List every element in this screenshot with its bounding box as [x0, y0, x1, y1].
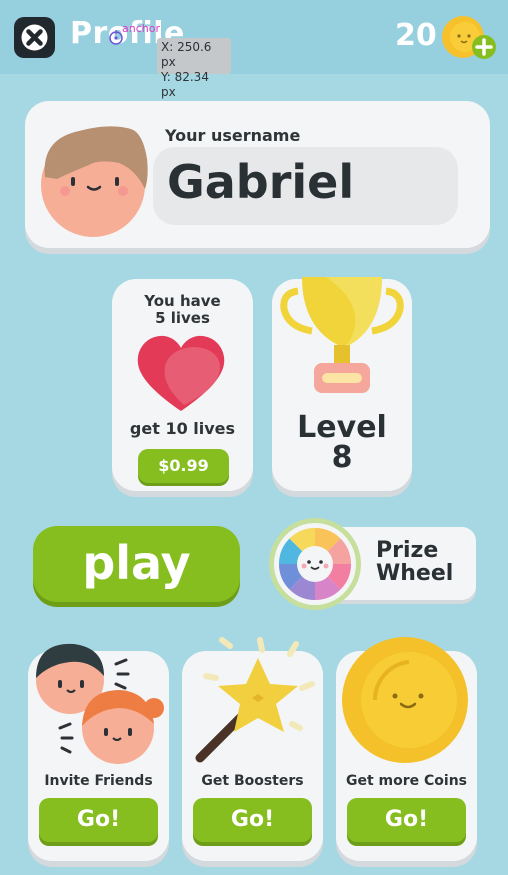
get-boosters-go-button[interactable]: Go! — [193, 798, 312, 842]
buy-lives-button[interactable]: $0.99 — [138, 449, 229, 483]
coin-count: 20 — [395, 18, 437, 53]
level-label: Level — [297, 410, 387, 445]
prize-wheel-label: Prize Wheel — [376, 539, 453, 585]
close-button[interactable] — [14, 17, 55, 58]
coin-icon[interactable] — [439, 14, 499, 64]
lives-title: You have 5 lives — [112, 293, 253, 327]
magic-wand-icon — [195, 637, 315, 763]
prize-wheel-line2: Wheel — [376, 561, 454, 586]
lives-offer-label: get 10 lives — [129, 419, 236, 438]
level-card: Level 8 — [272, 277, 412, 491]
trophy-icon — [280, 277, 404, 393]
friends-icon — [36, 643, 164, 764]
invite-friends-go-button[interactable]: Go! — [39, 798, 158, 842]
username-value: Gabriel — [167, 155, 355, 209]
level-value: 8 — [331, 440, 353, 475]
level-display: Level 8 — [272, 413, 412, 473]
lives-title-line2: 5 lives — [155, 309, 210, 327]
get-boosters-label: Get Boosters — [201, 773, 304, 789]
avatar-icon — [41, 126, 148, 237]
get-coins-label: Get more Coins — [345, 773, 468, 789]
get-coins-go-button[interactable]: Go! — [347, 798, 466, 842]
tooltip-x: X: 250.6 px — [161, 40, 212, 69]
prize-wheel-icon[interactable] — [268, 517, 362, 611]
tooltip-y: Y: 82.34 px — [161, 70, 209, 99]
username-field[interactable]: Gabriel — [153, 147, 458, 225]
play-button[interactable]: play — [33, 526, 240, 602]
lives-title-line1: You have — [144, 292, 221, 310]
invite-friends-label: Invite Friends — [44, 773, 153, 789]
username-label: Your username — [165, 126, 301, 145]
prize-wheel-line1: Prize — [376, 538, 439, 563]
profile-card: Your username Gabriel — [25, 101, 490, 248]
big-coin-icon — [342, 637, 468, 763]
anchor-label: anchor — [122, 22, 160, 35]
lives-card: You have 5 lives get 10 lives $0.99 — [112, 279, 253, 491]
close-icon — [21, 24, 48, 51]
coordinate-tooltip: X: 250.6 px Y: 82.34 px — [157, 38, 231, 99]
heart-icon — [137, 335, 225, 411]
